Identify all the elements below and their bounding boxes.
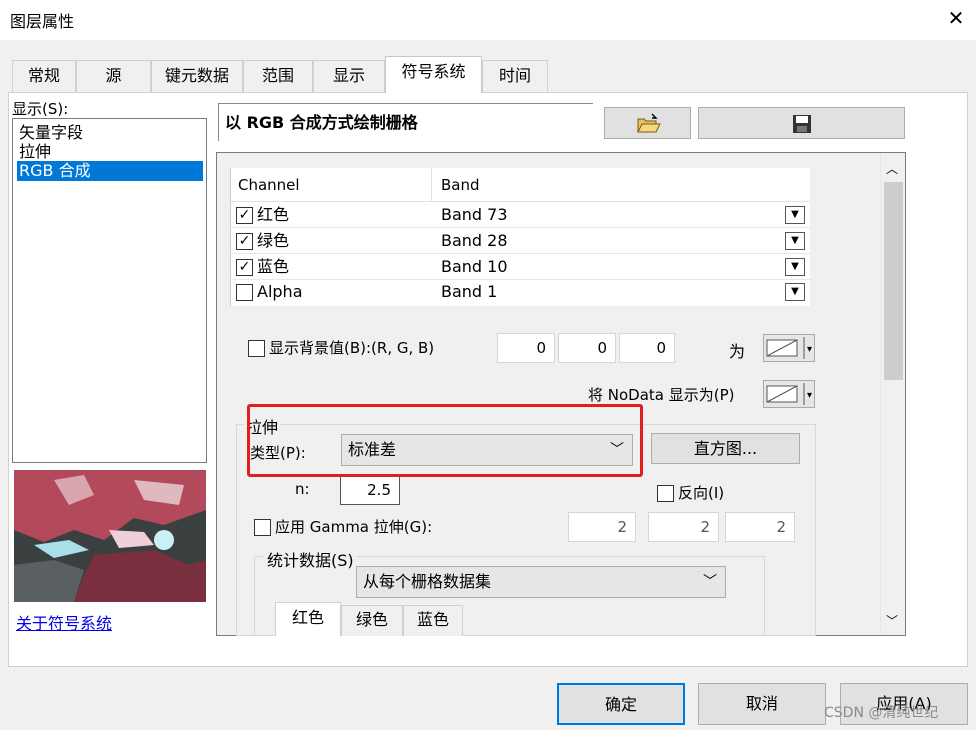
- invert-checkbox-row[interactable]: 反向(I): [657, 482, 724, 503]
- n-value-field[interactable]: 2.5: [340, 475, 400, 505]
- tab-display[interactable]: 显示: [313, 60, 385, 92]
- title-bar: [0, 0, 976, 40]
- svg-text:▾: ▾: [807, 344, 812, 355]
- band-dropdown-red[interactable]: ▼: [785, 206, 805, 224]
- band-cell: Band 10: [441, 257, 508, 276]
- scroll-down-icon[interactable]: ﹀: [886, 612, 898, 629]
- tab-symbology[interactable]: 符号系统: [385, 56, 482, 93]
- annotation-highlight-box: [247, 404, 643, 477]
- renderer-list[interactable]: 矢量字段 拉伸 RGB 合成: [12, 118, 207, 463]
- checkbox-red[interactable]: ✓: [236, 207, 253, 224]
- gamma-checkbox-row[interactable]: 应用 Gamma 拉伸(G):: [254, 516, 432, 537]
- symbology-preview-image: [14, 470, 206, 602]
- cancel-button[interactable]: 取消: [698, 683, 826, 725]
- show-label: 显示(S):: [12, 100, 69, 118]
- scroll-up-icon[interactable]: ︿: [886, 160, 898, 177]
- gamma-checkbox[interactable]: [254, 519, 271, 536]
- tab-stats-red[interactable]: 红色: [275, 602, 341, 636]
- band-cell: Band 73: [441, 205, 508, 224]
- column-divider: [431, 168, 432, 202]
- list-item-rgb-composite[interactable]: RGB 合成: [17, 161, 203, 181]
- open-layer-button[interactable]: [604, 107, 691, 139]
- save-icon: [792, 115, 811, 133]
- tab-source[interactable]: 源: [76, 60, 151, 92]
- tab-time[interactable]: 时间: [482, 60, 548, 92]
- background-b-field[interactable]: 0: [619, 333, 675, 363]
- band-dropdown-blue[interactable]: ▼: [785, 258, 805, 276]
- show-background-label: 显示背景值(B):(R, G, B): [269, 339, 435, 357]
- channel-cell: ✓ 红色: [236, 203, 289, 227]
- column-header-band: Band: [441, 176, 480, 194]
- table-row: Alpha Band 1 ▼: [231, 280, 811, 305]
- channel-label: 蓝色: [257, 257, 290, 276]
- n-label: n:: [295, 480, 310, 498]
- tab-key-metadata[interactable]: 键元数据: [151, 60, 243, 92]
- folder-open-icon: [636, 113, 661, 133]
- chevron-down-icon: ﹀: [703, 574, 717, 590]
- gamma-b-field[interactable]: 2: [725, 512, 795, 542]
- list-item-vector-field[interactable]: 矢量字段: [17, 123, 203, 143]
- band-cell: Band 1: [441, 282, 498, 301]
- checkbox-blue[interactable]: ✓: [236, 259, 253, 276]
- tab-stats-green[interactable]: 绿色: [341, 605, 403, 636]
- channel-cell: Alpha: [236, 280, 303, 304]
- tab-general[interactable]: 常规: [12, 60, 76, 92]
- column-header-channel: Channel: [238, 176, 300, 194]
- watermark-text: CSDN @清纯世纪: [824, 705, 939, 721]
- table-row: ✓ 蓝色 Band 10 ▼: [231, 255, 811, 280]
- band-dropdown-green[interactable]: ▼: [785, 232, 805, 250]
- background-color-picker[interactable]: ▾: [763, 334, 815, 362]
- histogram-button[interactable]: 直方图...: [651, 433, 800, 464]
- background-r-field[interactable]: 0: [497, 333, 555, 363]
- invert-label: 反向(I): [678, 484, 725, 502]
- background-g-field[interactable]: 0: [558, 333, 616, 363]
- gamma-label: 应用 Gamma 拉伸(G):: [275, 518, 433, 536]
- gamma-g-field[interactable]: 2: [648, 512, 719, 542]
- color-swatch-icon: ▾: [766, 337, 812, 359]
- gamma-r-field[interactable]: 2: [568, 512, 636, 542]
- renderer-heading: 以 RGB 合成方式绘制栅格: [218, 103, 593, 141]
- list-item-stretch[interactable]: 拉伸: [17, 142, 203, 162]
- nodata-label: 将 NoData 显示为(P): [588, 386, 735, 404]
- statistics-source-value: 从每个栅格数据集: [363, 572, 492, 591]
- statistics-group-label: 统计数据(S): [264, 547, 357, 571]
- channel-label: 红色: [257, 205, 290, 224]
- table-header: Channel Band: [231, 168, 810, 202]
- band-dropdown-alpha[interactable]: ▼: [785, 283, 805, 301]
- tab-extent[interactable]: 范围: [243, 60, 313, 92]
- close-icon[interactable]: ✕: [944, 6, 968, 30]
- save-layer-button[interactable]: [698, 107, 905, 139]
- channel-label: Alpha: [257, 282, 303, 301]
- channel-label: 绿色: [257, 231, 290, 250]
- channel-cell: ✓ 蓝色: [236, 255, 289, 279]
- channel-cell: ✓ 绿色: [236, 229, 289, 253]
- tab-stats-blue[interactable]: 蓝色: [403, 605, 463, 636]
- band-table: Channel Band ✓ 红色 Band 73 ▼ ✓ 绿色 Band 28 ▼…: [230, 168, 811, 306]
- band-cell: Band 28: [441, 231, 508, 250]
- table-row: ✓ 红色 Band 73 ▼: [231, 203, 811, 228]
- scrollbar-thumb[interactable]: [884, 182, 903, 380]
- checkbox-green[interactable]: ✓: [236, 233, 253, 250]
- window-title: 图层属性: [10, 12, 75, 31]
- invert-checkbox[interactable]: [657, 485, 674, 502]
- svg-text:▾: ▾: [807, 390, 812, 401]
- nodata-color-picker[interactable]: ▾: [763, 380, 815, 408]
- ok-button[interactable]: 确定: [557, 683, 685, 725]
- statistics-source-select[interactable]: 从每个栅格数据集 ﹀: [356, 566, 726, 598]
- checkbox-alpha[interactable]: [236, 284, 253, 301]
- about-symbology-link[interactable]: 关于符号系统: [16, 610, 112, 634]
- show-background-checkbox-row[interactable]: 显示背景值(B):(R, G, B): [248, 337, 434, 358]
- table-row: ✓ 绿色 Band 28 ▼: [231, 229, 811, 254]
- show-background-checkbox[interactable]: [248, 340, 265, 357]
- as-label: 为: [729, 342, 746, 361]
- color-swatch-icon: ▾: [766, 383, 812, 405]
